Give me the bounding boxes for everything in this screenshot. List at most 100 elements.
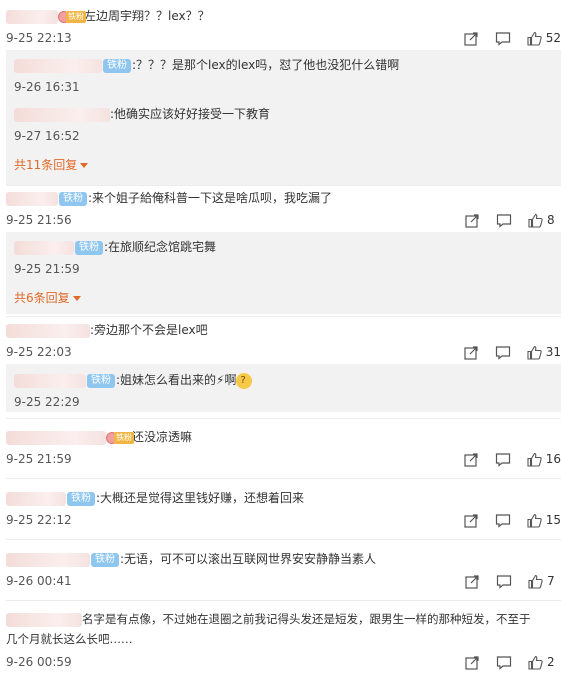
- share-button[interactable]: [465, 655, 480, 670]
- like-count: 2: [547, 655, 555, 669]
- comment-text: :旁边那个不会是lex吧: [90, 323, 208, 337]
- fan-badge: 铁粉: [59, 191, 87, 206]
- share-icon: [465, 574, 479, 589]
- comment-time: 9-26 00:41: [6, 574, 72, 588]
- comment-icon: [496, 574, 512, 589]
- share-icon: [465, 213, 479, 228]
- share-button[interactable]: [464, 513, 479, 528]
- like-count: 16: [545, 452, 561, 466]
- reply-time: 9-25 22:29: [14, 395, 80, 409]
- username-blurred[interactable]: [6, 323, 90, 338]
- divider: [6, 185, 561, 186]
- like-button[interactable]: 31: [527, 345, 561, 360]
- share-button[interactable]: [464, 452, 479, 467]
- reply-time: 9-27 16:52: [14, 129, 80, 143]
- reply-time: 9-25 21:59: [14, 262, 80, 276]
- username-blurred[interactable]: [6, 191, 58, 206]
- share-icon: [464, 452, 478, 467]
- comment-time: 9-25 21:56: [6, 213, 72, 227]
- like-button[interactable]: 15: [527, 513, 561, 528]
- comment-button[interactable]: [495, 31, 511, 46]
- caret-down-icon: [80, 163, 89, 168]
- username-blurred[interactable]: [14, 373, 86, 388]
- thinking-emoji-icon: [236, 372, 253, 389]
- comment-button[interactable]: [496, 655, 512, 670]
- comment-2: 铁粉:来个姐子給俺科普一下这是啥瓜呗，我吃漏了: [6, 190, 561, 206]
- comment-button[interactable]: [495, 452, 511, 467]
- fan-medal-icon: 铁粉: [106, 431, 134, 445]
- comment-3: :旁边那个不会是lex吧: [6, 322, 561, 338]
- comment-icon: [495, 452, 510, 467]
- like-icon: [527, 345, 542, 360]
- comment-icon: [495, 345, 510, 360]
- comment-actions: 7: [449, 572, 561, 590]
- reply: 铁粉:姐妹怎么看出来的⚡啊: [14, 372, 561, 389]
- comment-7: 名字是有点像，不过她在退圈之前我记得头发还是短发，跟男生一样的那种短发，不至于: [6, 611, 561, 627]
- comment-icon: [496, 655, 512, 670]
- comment-icon: [495, 513, 510, 528]
- like-count: 52: [545, 31, 561, 45]
- comment-button[interactable]: [495, 345, 511, 360]
- reply: :他确实应该好好接受一下教育: [14, 106, 561, 122]
- username-blurred[interactable]: [6, 552, 90, 567]
- comment-button[interactable]: [496, 213, 512, 228]
- like-count: 7: [547, 574, 555, 588]
- reply-text: :姐妹怎么看出来的⚡啊: [116, 373, 237, 387]
- more-replies-link[interactable]: 共11条回复: [14, 156, 89, 173]
- comment-button[interactable]: [496, 574, 512, 589]
- like-icon: [528, 213, 543, 228]
- username-blurred[interactable]: [14, 58, 102, 73]
- reply-text: :？？？是那个lex的lex吗，怼了他也没犯什么错啊: [132, 58, 400, 72]
- share-button[interactable]: [465, 574, 480, 589]
- like-icon: [527, 31, 542, 46]
- divider: [6, 600, 561, 601]
- comment-time: 9-25 22:12: [6, 513, 72, 527]
- like-button[interactable]: 8: [528, 213, 561, 228]
- like-icon: [527, 452, 542, 467]
- more-replies-link[interactable]: 共6条回复: [14, 289, 81, 306]
- comment-text-continued: 几个月就长这么长吧……: [6, 632, 133, 646]
- like-button[interactable]: 2: [528, 655, 561, 670]
- username-blurred[interactable]: [6, 491, 66, 506]
- divider: [6, 539, 561, 540]
- comment-time: 9-25 22:03: [6, 345, 72, 359]
- share-button[interactable]: [464, 31, 479, 46]
- comment-actions: 16: [448, 450, 561, 468]
- caret-down-icon: [72, 296, 81, 301]
- share-icon: [464, 31, 478, 46]
- fan-medal-icon: 铁粉: [58, 10, 86, 24]
- like-button[interactable]: 7: [528, 574, 561, 589]
- share-button[interactable]: [465, 213, 480, 228]
- comment-text: :无语，可不可以滚出互联网世界安安静静当素人: [120, 552, 377, 566]
- fan-badge: 铁粉: [103, 58, 131, 73]
- username-blurred[interactable]: [6, 9, 58, 24]
- like-button[interactable]: 16: [527, 452, 561, 467]
- comment-time: 9-26 00:59: [6, 655, 72, 669]
- reply: 铁粉:？？？是那个lex的lex吗，怼了他也没犯什么错啊: [14, 57, 561, 73]
- comment-text: 名字是有点像，不过她在退圈之前我记得头发还是短发，跟男生一样的那种短发，不至于: [82, 612, 531, 626]
- fan-badge: 铁粉: [67, 491, 95, 506]
- comment-actions: 2: [449, 653, 561, 671]
- divider: [6, 316, 561, 317]
- share-icon: [465, 655, 479, 670]
- comment-icon: [496, 213, 512, 228]
- comment-actions: 8: [449, 211, 561, 229]
- share-button[interactable]: [464, 345, 479, 360]
- comment-icon: [495, 31, 510, 46]
- reply: 铁粉:在旅顺纪念馆跳宅舞: [14, 239, 561, 255]
- comment-actions: 31: [448, 343, 561, 361]
- reply-text: :他确实应该好好接受一下教育: [110, 107, 271, 121]
- share-icon: [464, 513, 478, 528]
- username-blurred[interactable]: [6, 612, 82, 627]
- share-icon: [464, 345, 478, 360]
- comment-text: :来个姐子給俺科普一下这是啥瓜呗，我吃漏了: [88, 191, 333, 205]
- reply-time: 9-26 16:31: [14, 80, 80, 94]
- comment-actions: 52: [448, 29, 561, 47]
- like-icon: [528, 574, 543, 589]
- like-button[interactable]: 52: [527, 31, 561, 46]
- comment-actions: 15: [448, 511, 561, 529]
- comment-button[interactable]: [495, 513, 511, 528]
- username-blurred[interactable]: [14, 240, 74, 255]
- username-blurred[interactable]: [6, 430, 106, 445]
- username-blurred[interactable]: [14, 107, 110, 122]
